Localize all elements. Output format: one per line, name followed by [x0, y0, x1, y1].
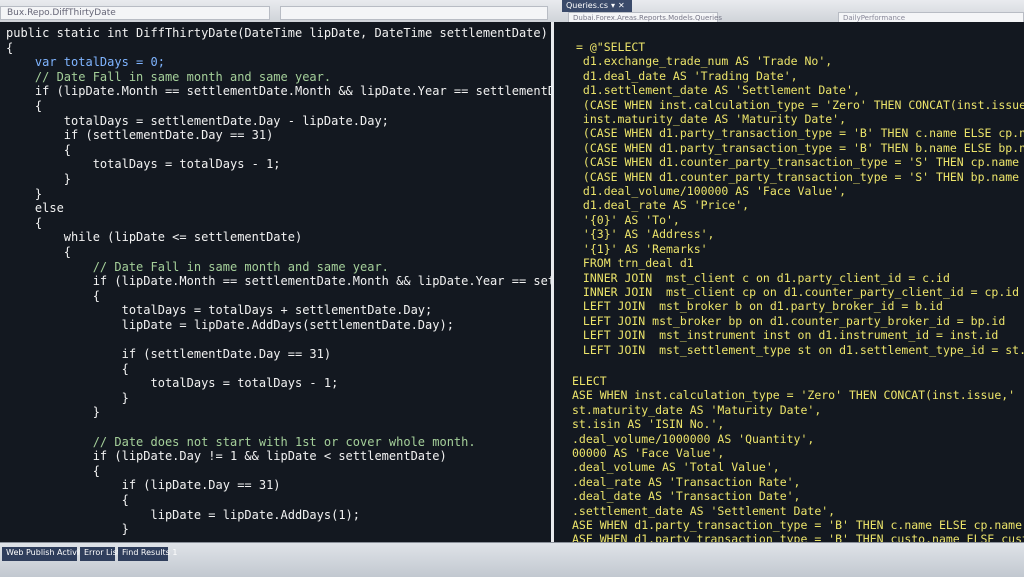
csharp-code: public static int DiffThirtyDate(DateTim… — [6, 26, 554, 537]
bottom-tool-window-bar: Web Publish Activity Error List Find Res… — [0, 542, 1024, 577]
code-line: LEFT JOIN mst_broker bp on d1.counter_pa… — [576, 313, 1006, 328]
code-line: '{3}' AS 'Address', — [576, 227, 715, 242]
code-editor-left[interactable]: public static int DiffThirtyDate(DateTim… — [0, 22, 554, 542]
code-line: { — [6, 288, 100, 303]
code-line: 00000 AS 'Face Value', — [572, 446, 725, 461]
code-line: while (lipDate <= settlementDate) — [6, 230, 303, 245]
code-line: .deal_rate AS 'Transaction Rate', — [572, 474, 801, 489]
code-line: lipDate = lipDate.AddDays(settlementDate… — [6, 317, 454, 332]
code-line: LEFT JOIN mst_instrument inst on d1.inst… — [576, 328, 999, 343]
code-line: var totalDays = 0; — [6, 55, 165, 70]
code-line: ASE WHEN d1.party_transaction_type = 'B'… — [572, 532, 1024, 542]
code-line: if (lipDate.Month == settlementDate.Mont… — [92, 274, 554, 289]
code-line: { — [6, 142, 72, 157]
code-line: inst.maturity_date AS 'Maturity Date', — [576, 112, 847, 127]
code-line: '{0}' AS 'To', — [576, 212, 680, 227]
code-line: LEFT JOIN mst_settlement_type st on d1.s… — [576, 342, 1024, 357]
code-line: d1.settlement_date AS 'Settlement Date', — [576, 83, 860, 98]
code-line: totalDays = totalDays + settlementDate.D… — [6, 303, 433, 318]
code-line: (CASE WHEN d1.party_transaction_type = '… — [576, 140, 1024, 155]
code-line: totalDays = totalDays - 1; — [6, 376, 339, 391]
code-line: { — [6, 244, 72, 259]
code-line: d1.deal_rate AS 'Price', — [576, 198, 750, 213]
code-line: lipDate = lipDate.AddDays(1); — [6, 507, 361, 522]
pin-icon[interactable]: ▾ — [611, 1, 615, 10]
code-line: st.isin AS 'ISIN No.', — [572, 417, 725, 432]
code-line: = @"SELECT — [576, 40, 646, 54]
tab-label: Queries.cs — [566, 1, 608, 10]
code-line: totalDays = settlementDate.Day - lipDate… — [6, 113, 389, 128]
code-line: ASE WHEN d1.party_transaction_type = 'B'… — [572, 518, 1024, 533]
code-line: d1.exchange_trade_num AS 'Trade No', — [576, 54, 833, 69]
code-line: } — [6, 522, 129, 537]
code-line: // Date Fall in same month and same year… — [6, 259, 389, 274]
code-line: (CASE WHEN d1.party_transaction_type = '… — [576, 126, 1024, 141]
code-line: } — [6, 405, 100, 420]
code-line: { — [6, 361, 129, 376]
navigation-dropdown-left[interactable]: Bux.Repo.DiffThirtyDate — [0, 6, 270, 20]
code-line: ELECT — [572, 374, 607, 388]
code-line: FROM trn_deal d1 — [576, 256, 694, 271]
code-line: '{1}' AS 'Remarks' — [576, 241, 708, 256]
code-line: INNER JOIN mst_client cp on d1.counter_p… — [576, 284, 1020, 299]
tab-queries-cs[interactable]: Queries.cs ▾ ✕ — [562, 0, 632, 12]
code-line: { — [6, 40, 14, 55]
code-line: (CASE WHEN d1.counter_party_transaction_… — [576, 169, 1024, 184]
code-line: } — [6, 171, 72, 186]
sql-query-select-1: = @"SELECT d1.exchange_trade_num AS 'Tra… — [576, 40, 1024, 357]
code-line: totalDays = totalDays - 1; — [6, 157, 281, 172]
code-line: d1.deal_date AS 'Trading Date', — [576, 68, 798, 83]
code-line: d1.deal_volume/100000 AS 'Face Value', — [576, 184, 847, 199]
code-line: ASE WHEN inst.calculation_type = 'Zero' … — [572, 388, 1024, 403]
code-editor-right[interactable]: = @"SELECT d1.exchange_trade_num AS 'Tra… — [554, 22, 1024, 542]
code-line: if (lipDate.Day != 1 && lipDate < settle… — [6, 449, 447, 464]
code-line: LEFT JOIN mst_broker b on d1.party_broke… — [576, 299, 943, 314]
code-line: if (lipDate.Day == 31) — [6, 478, 281, 493]
code-line: if (settlementDate.Day == 31) — [6, 128, 274, 143]
code-line: .deal_volume AS 'Total Value', — [572, 460, 780, 475]
code-line: (CASE WHEN inst.calculation_type = 'Zero… — [576, 97, 1024, 112]
tab-error-list[interactable]: Error List — [80, 547, 120, 561]
code-line: { — [6, 463, 100, 478]
code-line: (CASE WHEN d1.counter_party_transaction_… — [576, 155, 1024, 170]
code-line: INNER JOIN mst_client c on d1.party_clie… — [576, 270, 950, 285]
code-line: } — [6, 390, 129, 405]
code-line: .deal_date AS 'Transaction Date', — [572, 489, 801, 504]
code-line: { — [6, 493, 129, 507]
code-line: public static int DiffThirtyDate(DateTim… — [6, 26, 548, 40]
sql-query-select-2: ELECT ASE WHEN inst.calculation_type = 'Z… — [572, 374, 1024, 542]
code-line: .settlement_date AS 'Settlement Date', — [572, 503, 836, 518]
code-line: if (lipDate.Month == settlementDate.Mont… — [34, 84, 551, 99]
code-line: { — [6, 98, 43, 113]
code-line: { — [6, 215, 43, 230]
code-line: // Date Fall in same month and same year… — [6, 69, 332, 84]
member-dropdown-left[interactable] — [280, 6, 548, 20]
code-line: else — [6, 201, 64, 216]
editor-tab-bar: Bux.Repo.DiffThirtyDate Queries.cs ▾ ✕ Dub… — [0, 0, 1024, 24]
code-line: // Date does not start with 1st or cover… — [6, 434, 476, 449]
close-icon[interactable]: ✕ — [618, 1, 625, 10]
code-line: } — [6, 186, 43, 201]
tab-web-publish-activity[interactable]: Web Publish Activity — [2, 547, 87, 561]
tab-find-results[interactable]: Find Results 1 — [118, 547, 177, 561]
code-line: .deal_volume/1000000 AS 'Quantity', — [572, 431, 815, 446]
code-line: if (settlementDate.Day == 31) — [6, 347, 332, 362]
code-line: st.maturity_date AS 'Maturity Date', — [572, 402, 822, 417]
